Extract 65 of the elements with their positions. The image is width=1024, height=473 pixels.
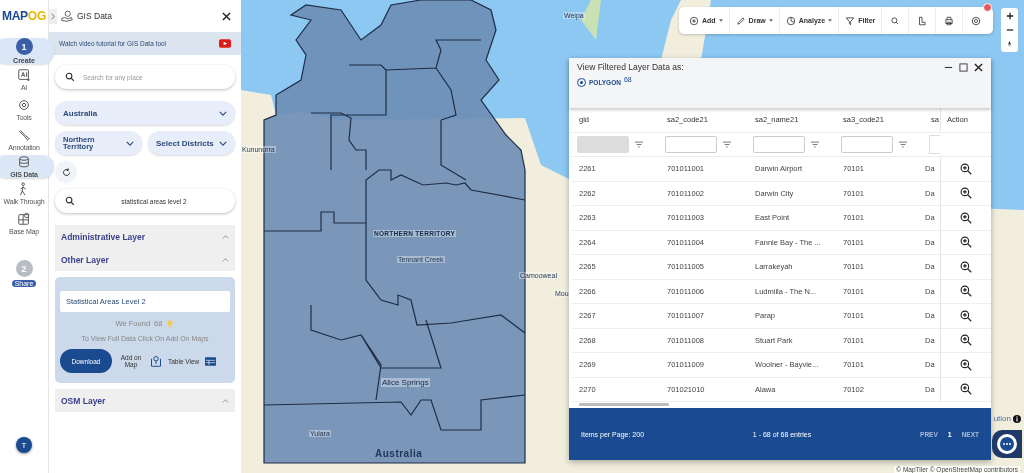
- zoom-in-icon[interactable]: [960, 285, 972, 298]
- layer-section-header[interactable]: Other Layer: [55, 248, 235, 271]
- map-label: Australia: [374, 448, 424, 459]
- trophy-icon: [166, 319, 175, 328]
- chat-icon[interactable]: [997, 434, 1017, 454]
- database-icon: [17, 155, 31, 169]
- refresh-button[interactable]: [55, 161, 77, 183]
- map-pin-icon[interactable]: [150, 355, 162, 367]
- zoom-in-button[interactable]: [1005, 12, 1014, 20]
- map-layers-icon: [17, 212, 31, 226]
- search-icon: [65, 72, 75, 82]
- zoom-out-button[interactable]: [1005, 26, 1014, 34]
- chevron-down-icon[interactable]: [219, 140, 227, 146]
- chevron-down-icon[interactable]: [219, 110, 227, 116]
- zoom-in-icon[interactable]: [960, 187, 972, 200]
- zoom-in-icon[interactable]: [960, 236, 972, 249]
- zoom-in-icon[interactable]: [960, 211, 972, 224]
- printer-icon: [944, 15, 955, 26]
- pen-icon: [17, 128, 31, 142]
- filter-input[interactable]: [929, 134, 940, 154]
- zoom-in-icon[interactable]: [960, 162, 972, 175]
- pie-chart-icon: [785, 15, 796, 26]
- compass-icon[interactable]: [1007, 40, 1012, 48]
- search-icon: [65, 196, 75, 206]
- info-icon[interactable]: [1013, 414, 1021, 423]
- zoom-in-icon[interactable]: [960, 260, 972, 273]
- layer-section-header[interactable]: Administrative Layer: [55, 225, 235, 248]
- mapog-logo[interactable]: MAPOG: [2, 0, 46, 32]
- filter-input[interactable]: [665, 135, 717, 153]
- collapse-button[interactable]: [49, 8, 57, 24]
- chat-button[interactable]: [992, 430, 1022, 458]
- maximize-icon[interactable]: [959, 62, 968, 72]
- zoom-in-icon[interactable]: [960, 309, 972, 322]
- layers-hand-icon: [61, 10, 73, 22]
- refresh-icon[interactable]: [61, 167, 71, 177]
- table-icon[interactable]: [205, 356, 217, 366]
- district-select[interactable]: Select Districts: [148, 131, 235, 155]
- filter-icon[interactable]: [723, 140, 731, 148]
- video-icon[interactable]: [219, 39, 231, 48]
- country-select[interactable]: Australia: [55, 101, 235, 125]
- layer-section-header[interactable]: OSM Layer: [55, 389, 235, 412]
- filter-icon[interactable]: [899, 140, 907, 148]
- pencil-icon: [735, 15, 746, 26]
- target-icon: [971, 15, 982, 26]
- zoom-in-icon[interactable]: [960, 334, 972, 347]
- zoom-in-icon[interactable]: [960, 358, 972, 371]
- search-icon: [890, 15, 901, 26]
- close-icon[interactable]: [974, 62, 983, 72]
- zoom-in-icon[interactable]: [960, 383, 972, 396]
- window-title: View Filtered Layer Data as:: [577, 62, 685, 72]
- gear-icon: [17, 98, 31, 112]
- plus-circle-icon: [689, 15, 699, 26]
- map-label: Alice Springs: [381, 378, 430, 387]
- ruler-icon: [917, 15, 928, 26]
- chevron-down-icon[interactable]: [126, 140, 134, 146]
- close-icon[interactable]: [222, 11, 231, 21]
- filter-input[interactable]: [753, 135, 805, 153]
- panel-title: GIS Data: [77, 11, 113, 21]
- ai-chip-icon: [17, 68, 31, 82]
- user-avatar[interactable]: T: [16, 437, 32, 453]
- filter-icon: [845, 15, 856, 26]
- filter-icon[interactable]: [635, 140, 643, 148]
- filter-icon[interactable]: [811, 140, 819, 148]
- filter-input[interactable]: [841, 135, 893, 153]
- chevron-right-icon[interactable]: [51, 12, 55, 20]
